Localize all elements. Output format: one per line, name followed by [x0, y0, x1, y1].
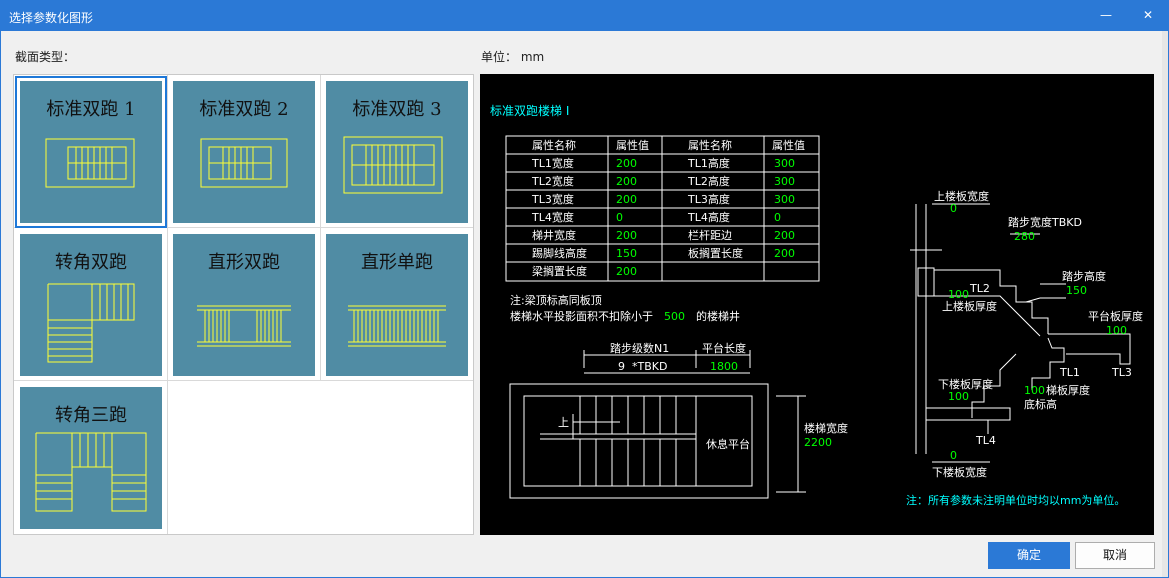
preview-drawing: 标准双跑楼梯 I 属性名称 属性值 属性名称 属性值 TL1宽度 200 TL1…	[490, 103, 1143, 507]
thumb-corner-triple[interactable]: 转角三跑	[20, 387, 162, 529]
table-cell: TL2宽度	[531, 174, 574, 188]
section-stair-slab-value: 100	[1024, 384, 1045, 397]
section-tl1: TL1	[1059, 366, 1080, 379]
thumb-label: 标准双跑 3	[352, 99, 442, 120]
plan-steps-label: 踏步级数N1	[610, 341, 669, 355]
table-cell: 150	[616, 247, 637, 260]
section-tl3: TL3	[1111, 366, 1132, 379]
section-riser: 踏步高度	[1062, 269, 1106, 283]
table-cell: 踢脚线高度	[532, 246, 587, 260]
table-cell: 梁搁置长度	[532, 264, 587, 278]
thumb-label: 直形单跑	[361, 252, 433, 273]
thumb-standard-double-1[interactable]: 标准双跑 1	[15, 76, 167, 228]
section-tread-width-value: 280	[1014, 230, 1035, 243]
table-cell: TL4高度	[687, 210, 730, 224]
table-cell: 板搁置长度	[688, 246, 743, 260]
table-cell: 200	[616, 157, 637, 170]
section-tl2: TL2	[969, 282, 990, 295]
table-cell: 0	[774, 211, 781, 224]
thumb-corner-double[interactable]: 转角双跑	[20, 234, 162, 376]
dialog-window: 选择参数化图形 — ✕ 截面类型： 单位： mm 标准双跑 1 标准双跑 2 标…	[0, 0, 1169, 578]
thumb-straight-single[interactable]: 直形单跑	[326, 234, 468, 376]
section-bottom-elev: 底标高	[1024, 397, 1057, 411]
table-cell: TL2高度	[687, 174, 730, 188]
cancel-button[interactable]: 取消	[1075, 542, 1155, 569]
preview-canvas: 标准双跑楼梯 I 属性名称 属性值 属性名称 属性值 TL1宽度 200 TL1…	[480, 74, 1154, 535]
section-lower-slab-width-value: 0	[950, 449, 957, 462]
thumb-label: 转角双跑	[55, 252, 127, 273]
section-lower-slab-thickness-value: 100	[948, 390, 969, 403]
plan-platform-value: 1800	[710, 360, 738, 373]
unit-label: 单位： mm	[481, 50, 545, 64]
section-lower-slab-width: 下楼板宽度	[932, 465, 987, 479]
table-cell: TL4宽度	[531, 210, 574, 224]
note-area-value: 500	[664, 310, 685, 323]
note-area-pre: 楼梯水平投影面积不扣除小于	[510, 309, 653, 323]
table-cell: 200	[774, 247, 795, 260]
section-stair-slab-thickness: 梯板厚度	[1046, 383, 1090, 397]
close-icon[interactable]: ✕	[1139, 6, 1157, 24]
note-beam: 注:梁顶标高同板顶	[510, 293, 602, 307]
plan-platform-label: 平台长度	[702, 341, 746, 355]
minimize-icon[interactable]: —	[1097, 6, 1115, 24]
section-tread-width: 踏步宽度TBKD	[1008, 215, 1082, 229]
section-platform-thickness-value: 100	[1106, 324, 1127, 337]
table-cell: TL3高度	[687, 192, 730, 206]
table-cell: 200	[616, 193, 637, 206]
thumb-label: 转角三跑	[55, 405, 127, 426]
shape-gallery: 标准双跑 1 标准双跑 2 标准双跑 3 转角双跑 直形双跑 直形单跑 转角三跑	[13, 74, 474, 535]
table-cell: 梯井宽度	[532, 228, 576, 242]
table-header: 属性值	[616, 138, 649, 152]
table-cell: 200	[616, 229, 637, 242]
ok-button[interactable]: 确定	[988, 542, 1070, 569]
section-lower-slab-thickness: 下楼板厚度	[938, 377, 993, 391]
note-area-post: 的楼梯井	[696, 309, 740, 323]
section-platform-thickness: 平台板厚度	[1088, 309, 1143, 323]
thumb-standard-double-2[interactable]: 标准双跑 2	[173, 81, 315, 223]
table-cell: 栏杆距边	[688, 228, 732, 242]
window-title: 选择参数化图形	[9, 11, 94, 25]
thumb-label: 标准双跑 2	[199, 99, 289, 120]
thumb-label: 标准双跑 1	[46, 99, 136, 120]
table-header: 属性名称	[688, 138, 732, 152]
table-cell: 300	[774, 193, 795, 206]
section-tl4: TL4	[975, 434, 996, 447]
table-cell: 300	[774, 157, 795, 170]
table-cell: 200	[774, 229, 795, 242]
plan-width-value: 2200	[804, 436, 832, 449]
footnote: 注：所有参数未注明单位时均以mm为单位。	[906, 493, 1125, 507]
table-header: 属性名称	[532, 138, 576, 152]
thumb-standard-double-3[interactable]: 标准双跑 3	[326, 81, 468, 223]
table-header: 属性值	[772, 138, 805, 152]
section-type-label: 截面类型：	[15, 50, 76, 64]
plan-steps-value: 9	[618, 360, 625, 373]
table-cell: 0	[616, 211, 623, 224]
table-cell: 300	[774, 175, 795, 188]
plan-rest-label: 休息平台	[706, 437, 750, 451]
preview-title: 标准双跑楼梯 I	[490, 103, 569, 118]
thumb-straight-double[interactable]: 直形双跑	[173, 234, 315, 376]
table-cell: TL3宽度	[531, 192, 574, 206]
side-strip	[1162, 31, 1168, 577]
section-upper-slab-width-value: 0	[950, 202, 957, 215]
section-upper-slab-thickness: 上楼板厚度	[942, 299, 997, 313]
plan-width-label: 楼梯宽度	[804, 421, 848, 435]
title-bar: 选择参数化图形 — ✕	[1, 1, 1168, 31]
section-upper-slab-width: 上楼板宽度	[934, 189, 989, 203]
table-cell: TL1宽度	[531, 156, 574, 170]
table-cell: TL1高度	[687, 156, 730, 170]
table-cell: 200	[616, 175, 637, 188]
table-cell: 200	[616, 265, 637, 278]
plan-up-label: 上	[558, 416, 569, 429]
thumb-label: 直形双跑	[208, 252, 280, 273]
section-riser-value: 150	[1066, 284, 1087, 297]
plan-tbkd: *TBKD	[632, 360, 667, 373]
